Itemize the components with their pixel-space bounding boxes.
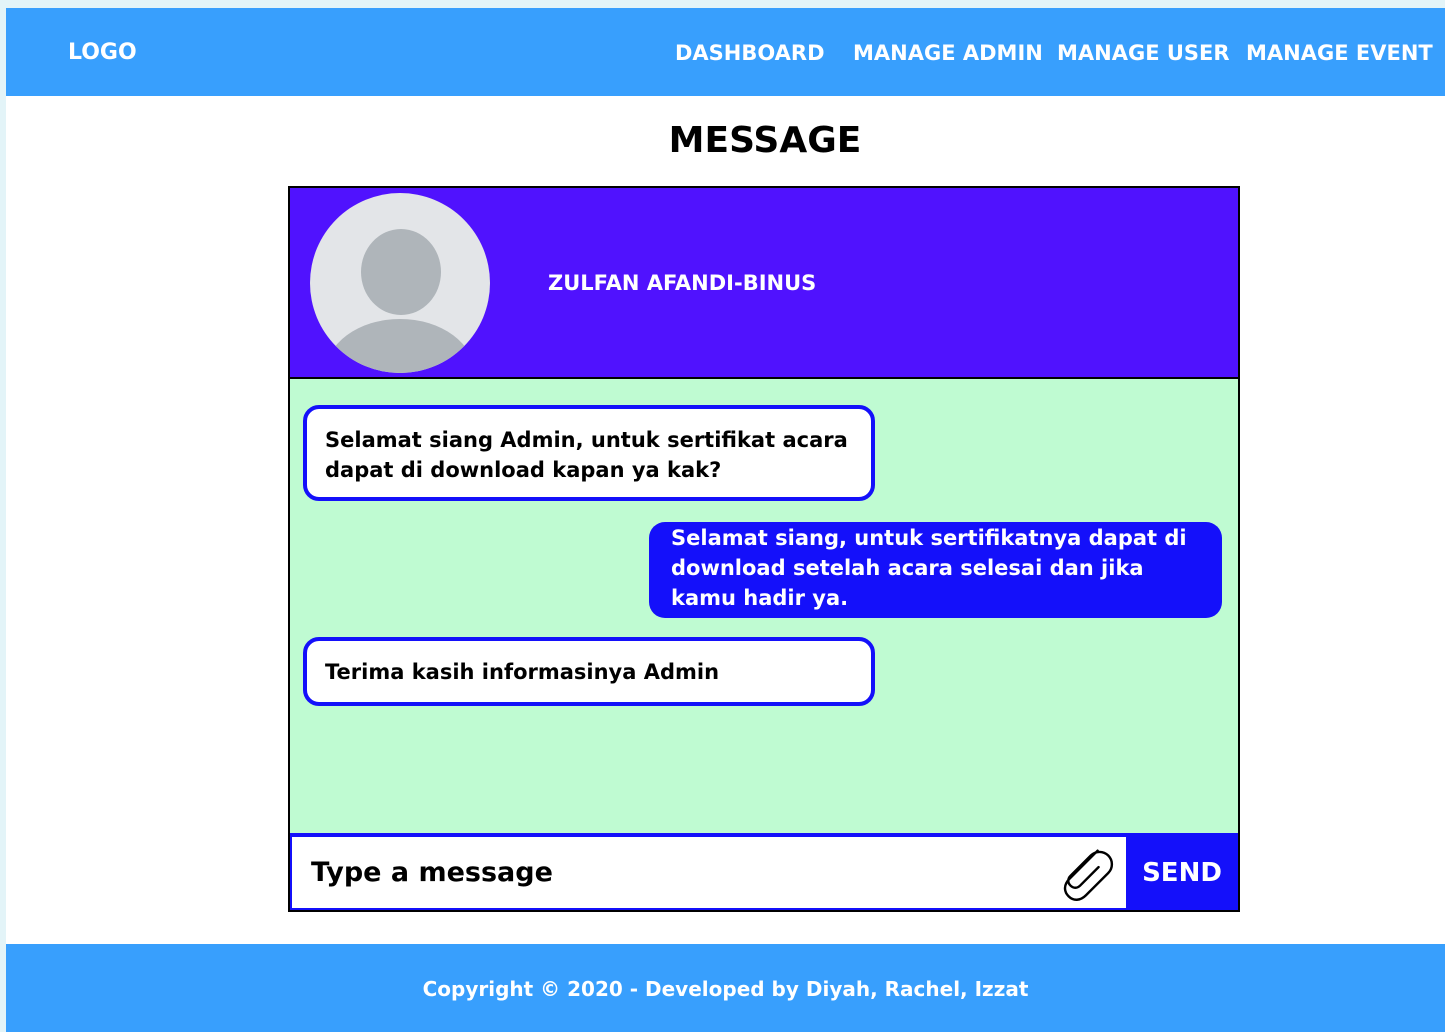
app-frame: LOGO DASHBOARD MANAGE ADMIN MANAGE USER …: [6, 8, 1445, 1032]
avatar: [310, 193, 490, 373]
footer: Copyright © 2020 - Developed by Diyah, R…: [6, 944, 1445, 1032]
chat-header: ZULFAN AFANDI-BINUS: [290, 188, 1238, 379]
nav-link-manage-user[interactable]: MANAGE USER: [1057, 38, 1230, 68]
chat-panel: ZULFAN AFANDI-BINUS Selamat siang Admin,…: [288, 186, 1240, 912]
page-title: MESSAGE: [668, 120, 862, 161]
avatar-body-shape: [325, 319, 475, 373]
top-navbar: LOGO DASHBOARD MANAGE ADMIN MANAGE USER …: [6, 8, 1445, 96]
nav-link-dashboard[interactable]: DASHBOARD: [675, 38, 825, 68]
nav-link-manage-event[interactable]: MANAGE EVENT: [1246, 38, 1433, 68]
message-bubble-outgoing: Selamat siang, untuk sertifikatnya dapat…: [649, 522, 1222, 618]
contact-name: ZULFAN AFANDI-BINUS: [548, 271, 817, 295]
message-bubble-incoming: Terima kasih informasinya Admin: [303, 637, 875, 706]
send-button[interactable]: SEND: [1126, 837, 1238, 908]
avatar-head-shape: [361, 229, 441, 315]
copyright-text: Copyright © 2020 - Developed by Diyah, R…: [422, 977, 1029, 1001]
message-composer: SEND: [290, 833, 1238, 910]
message-input[interactable]: [292, 837, 1126, 908]
nav-link-manage-admin[interactable]: MANAGE ADMIN: [853, 38, 1043, 68]
logo[interactable]: LOGO: [68, 38, 137, 68]
paperclip-icon[interactable]: [1054, 841, 1116, 903]
message-bubble-incoming: Selamat siang Admin, untuk sertifikat ac…: [303, 405, 875, 501]
